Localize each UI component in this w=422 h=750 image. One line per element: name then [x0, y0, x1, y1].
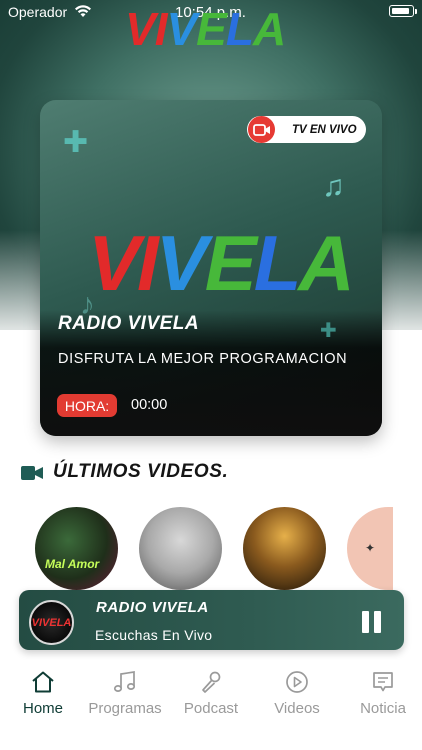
tab-label: Videos [274, 700, 320, 717]
logo-letter: E [196, 3, 227, 55]
tab-home[interactable]: Home [0, 670, 86, 720]
tab-videos[interactable]: Videos [254, 670, 340, 720]
app-logo: V I V E L A [125, 3, 286, 55]
home-icon [32, 671, 54, 693]
station-artwork-label: VIVELA [31, 616, 72, 629]
logo-letter: I [154, 3, 168, 55]
hero-subtitle: DISFRUTA LA MEJOR PROGRAMACION [58, 351, 348, 367]
battery-icon [389, 5, 414, 17]
tab-label: Home [22, 700, 63, 717]
video-camera-icon [21, 466, 43, 480]
tab-label: Noticia [360, 700, 406, 717]
logo-letter: V [88, 219, 140, 307]
plus-decoration-icon: ✚ [63, 126, 89, 159]
logo-letter: A [298, 219, 354, 307]
section-title: ÚLTIMOS VIDEOS. [53, 461, 229, 482]
play-circle-icon [286, 671, 308, 693]
microphone-icon [202, 671, 221, 693]
carrier-label: Operador [8, 4, 68, 20]
video-thumbnail[interactable] [139, 507, 222, 590]
video-camera-icon [248, 116, 275, 143]
logo-letter: V [166, 3, 197, 55]
video-thumbnail[interactable] [243, 507, 326, 590]
music-note-icon [113, 671, 136, 692]
tab-label: Podcast [183, 700, 239, 717]
logo-letter: I [137, 219, 159, 307]
battery-tip [415, 9, 417, 14]
logo-letter: A [252, 3, 286, 55]
news-icon [373, 672, 393, 692]
tv-live-button[interactable]: TV EN VIVO [247, 116, 366, 143]
hero-logo: V I V E L A [88, 219, 355, 307]
music-note-decoration-icon: ♫ [322, 170, 345, 203]
player-title: RADIO VIVELA [96, 599, 209, 616]
video-thumbnail[interactable]: Mal Amor [35, 507, 118, 590]
tab-podcast[interactable]: Podcast [168, 670, 254, 720]
station-artwork: VIVELA [29, 600, 74, 645]
tab-label: Programas [88, 700, 162, 717]
wifi-icon [75, 5, 91, 17]
tab-noticia[interactable]: Noticia [340, 670, 422, 720]
logo-letter: V [155, 219, 208, 307]
pause-button[interactable] [360, 611, 384, 633]
video-thumbnail[interactable]: ✦ [347, 507, 393, 590]
hora-value: 00:00 [131, 397, 168, 413]
video-caption: Mal Amor [45, 557, 100, 571]
logo-letter: V [125, 3, 156, 55]
hora-badge: HORA: [57, 394, 117, 417]
player-subtitle: Escuchas En Vivo [95, 627, 213, 643]
tab-programas[interactable]: Programas [82, 670, 168, 720]
video-logo-icon: ✦ [365, 541, 376, 555]
logo-letter: L [253, 219, 302, 307]
hero-title: RADIO VIVELA [58, 313, 200, 334]
logo-letter: L [225, 3, 254, 55]
logo-letter: E [204, 219, 257, 307]
tv-live-label: TV EN VIVO [292, 123, 357, 136]
plus-decoration-icon: ✚ [320, 320, 337, 342]
